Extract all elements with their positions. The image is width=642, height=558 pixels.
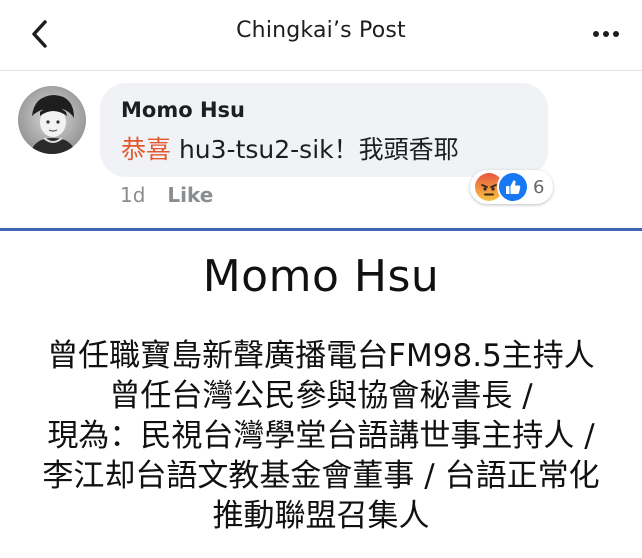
bio-line: 現為：民視台灣學堂台語講世事主持人 / xyxy=(47,418,595,454)
avatar-image xyxy=(18,86,86,154)
comment-bubble[interactable]: Momo Hsu 恭喜 hu3-tsu2-sik！我頭香耶 xyxy=(100,83,548,177)
page-title: Chingkai’s Post xyxy=(236,18,406,43)
comment-text: 恭喜 hu3-tsu2-sik！我頭香耶 xyxy=(121,130,459,166)
top-navigation-bar: Chingkai’s Post xyxy=(0,0,642,71)
post-comment-screen: Chingkai’s Post Momo Hsu 恭喜 hu3-tsu2-sik… xyxy=(0,0,642,558)
bio-line: 推動聯盟召集人 xyxy=(212,498,430,534)
bio-name: Momo Hsu xyxy=(202,251,440,302)
bio-line: 曾任台灣公民參與協會秘書長 / xyxy=(109,378,533,414)
like-button[interactable]: Like xyxy=(167,183,213,207)
bio-line: 李江却台語文教基金會董事 / 台語正常化 xyxy=(42,458,600,494)
section-divider xyxy=(0,228,642,231)
avatar[interactable] xyxy=(18,86,86,154)
comment-timestamp[interactable]: 1d xyxy=(120,183,145,207)
like-reaction-icon xyxy=(497,171,529,203)
bio-line: 曾任職寶島新聲廣播電台FM98.5主持人 xyxy=(47,338,595,374)
comment-highlight-text: 恭喜 xyxy=(121,135,172,164)
comment-author[interactable]: Momo Hsu xyxy=(121,98,245,122)
comment-meta: 1d Like xyxy=(120,183,213,207)
more-horizontal-icon xyxy=(593,31,599,37)
bio-description: 曾任職寶島新聲廣播電台FM98.5主持人 曾任台灣公民參與協會秘書長 / 現為：… xyxy=(0,336,642,536)
more-options-button[interactable] xyxy=(588,20,624,48)
reaction-count: 6 xyxy=(533,176,545,198)
reactions-summary[interactable]: 6 xyxy=(470,170,554,204)
comment-body-text: hu3-tsu2-sik！我頭香耶 xyxy=(171,135,459,164)
